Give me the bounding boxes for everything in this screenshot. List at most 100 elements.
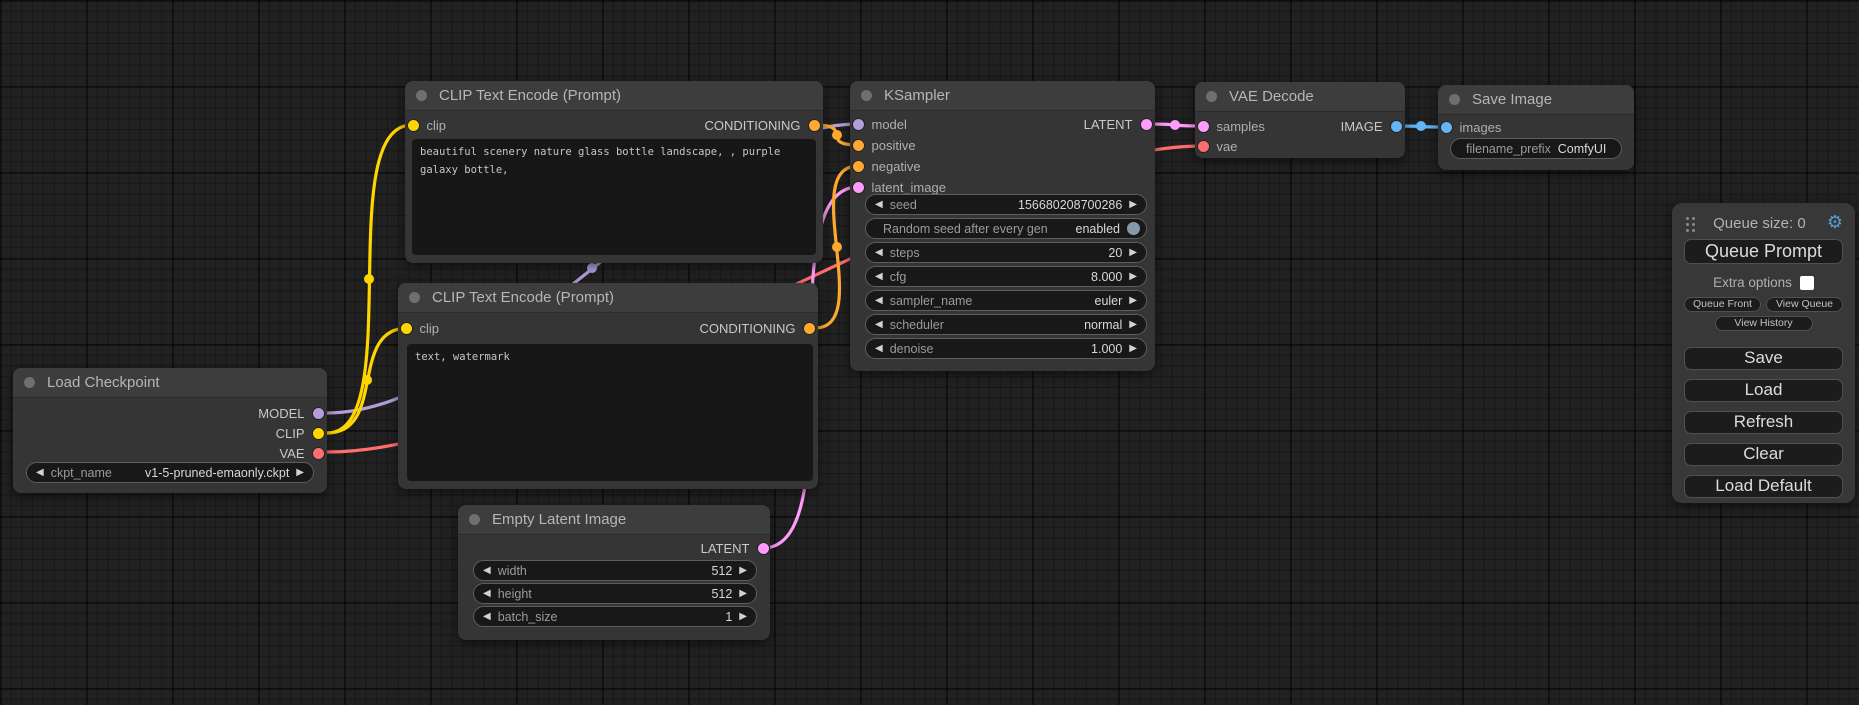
node-ksampler[interactable]: KSampler model positive negative latent_…	[850, 81, 1155, 371]
widget-width[interactable]: ◀ width 512 ▶	[473, 560, 757, 581]
decrement-arrow-icon[interactable]: ◀	[875, 248, 883, 258]
node-title-label: Empty Latent Image	[492, 511, 626, 528]
collapse-dot-icon[interactable]	[861, 90, 872, 101]
port-dot-image-output[interactable]	[1391, 121, 1402, 132]
decrement-arrow-icon[interactable]: ◀	[875, 320, 883, 330]
collapse-dot-icon[interactable]	[24, 377, 35, 388]
queue-prompt-button[interactable]: Queue Prompt	[1684, 239, 1843, 264]
increment-arrow-icon[interactable]: ▶	[1129, 248, 1137, 258]
widget-denoise[interactable]: ◀ denoise 1.000 ▶	[865, 338, 1147, 359]
increment-arrow-icon[interactable]: ▶	[1129, 344, 1137, 354]
node-title-label: CLIP Text Encode (Prompt)	[439, 87, 621, 104]
port-dot-positive-input[interactable]	[853, 140, 864, 151]
widget-random-seed-toggle[interactable]: Random seed after every gen enabled	[865, 218, 1147, 239]
port-dot-latent-image-input[interactable]	[853, 182, 864, 193]
port-dot-clip-output[interactable]	[313, 428, 324, 439]
decrement-arrow-icon[interactable]: ◀	[875, 272, 883, 282]
port-dot-samples-input[interactable]	[1198, 121, 1209, 132]
widget-height[interactable]: ◀ height 512 ▶	[473, 583, 757, 604]
collapse-dot-icon[interactable]	[416, 90, 427, 101]
widget-filename-prefix[interactable]: filename_prefix ComfyUI	[1450, 138, 1622, 159]
decrement-arrow-icon[interactable]: ◀	[875, 200, 883, 210]
settings-gear-icon[interactable]: ⚙	[1827, 214, 1843, 232]
node-clip-text-encode-negative[interactable]: CLIP Text Encode (Prompt) clip CONDITION…	[398, 283, 818, 489]
port-dot-model-input[interactable]	[853, 119, 864, 130]
node-title-bar[interactable]: Save Image	[1438, 85, 1634, 115]
node-title-bar[interactable]: VAE Decode	[1195, 82, 1405, 112]
save-button[interactable]: Save	[1684, 347, 1843, 370]
node-vae-decode[interactable]: VAE Decode samples vae IMAGE	[1195, 82, 1405, 158]
port-dot-latent-output[interactable]	[758, 543, 769, 554]
increment-arrow-icon[interactable]: ▶	[1129, 272, 1137, 282]
increment-arrow-icon[interactable]: ▶	[739, 612, 747, 622]
widget-batch-size[interactable]: ◀ batch_size 1 ▶	[473, 606, 757, 627]
port-dot-negative-input[interactable]	[853, 161, 864, 172]
node-save-image[interactable]: Save Image images filename_prefix ComfyU…	[1438, 85, 1634, 170]
collapse-dot-icon[interactable]	[409, 292, 420, 303]
node-title-label: VAE Decode	[1229, 88, 1314, 105]
node-title-bar[interactable]: CLIP Text Encode (Prompt)	[405, 81, 823, 111]
view-queue-button[interactable]: View Queue	[1766, 297, 1843, 312]
node-title-bar[interactable]: KSampler	[850, 81, 1155, 111]
widget-seed[interactable]: ◀ seed 156680208700286 ▶	[865, 194, 1147, 215]
decrement-arrow-icon[interactable]: ◀	[36, 468, 44, 478]
decrement-arrow-icon[interactable]: ◀	[875, 344, 883, 354]
widget-sampler-name[interactable]: ◀ sampler_name euler ▶	[865, 290, 1147, 311]
widget-name: steps	[890, 246, 920, 260]
prompt-textarea[interactable]: beautiful scenery nature glass bottle la…	[412, 139, 816, 255]
node-clip-text-encode-positive[interactable]: CLIP Text Encode (Prompt) clip CONDITION…	[405, 81, 823, 263]
port-dot-model-output[interactable]	[313, 408, 324, 419]
link-dot	[832, 242, 842, 252]
collapse-dot-icon[interactable]	[1206, 91, 1217, 102]
decrement-arrow-icon[interactable]: ◀	[483, 589, 491, 599]
widget-steps[interactable]: ◀ steps 20 ▶	[865, 242, 1147, 263]
load-default-button[interactable]: Load Default	[1684, 475, 1843, 498]
decrement-arrow-icon[interactable]: ◀	[483, 566, 491, 576]
node-load-checkpoint[interactable]: Load Checkpoint MODEL CLIP VAE ◀ ckpt_na…	[13, 368, 327, 493]
increment-arrow-icon[interactable]: ▶	[1129, 320, 1137, 330]
collapse-dot-icon[interactable]	[469, 514, 480, 525]
widget-scheduler[interactable]: ◀ scheduler normal ▶	[865, 314, 1147, 335]
queue-menu-panel: Queue size: 0 ⚙ Queue Prompt Extra optio…	[1672, 203, 1855, 503]
widget-value: 512	[711, 587, 732, 601]
refresh-button[interactable]: Refresh	[1684, 411, 1843, 434]
port-label: CLIP	[276, 426, 305, 441]
decrement-arrow-icon[interactable]: ◀	[875, 296, 883, 306]
widget-cfg[interactable]: ◀ cfg 8.000 ▶	[865, 266, 1147, 287]
clear-button[interactable]: Clear	[1684, 443, 1843, 466]
view-history-button[interactable]: View History	[1715, 316, 1813, 331]
decrement-arrow-icon[interactable]: ◀	[483, 612, 491, 622]
toggle-on-icon[interactable]	[1127, 222, 1140, 235]
load-button[interactable]: Load	[1684, 379, 1843, 402]
increment-arrow-icon[interactable]: ▶	[739, 566, 747, 576]
increment-arrow-icon[interactable]: ▶	[1129, 200, 1137, 210]
node-title-bar[interactable]: CLIP Text Encode (Prompt)	[398, 283, 818, 313]
port-dot-conditioning-output[interactable]	[809, 120, 820, 131]
drag-handle-icon[interactable]	[1686, 217, 1689, 220]
port-dot-clip-input[interactable]	[401, 323, 412, 334]
port-dot-conditioning-output[interactable]	[804, 323, 815, 334]
node-graph-canvas[interactable]: Load Checkpoint MODEL CLIP VAE ◀ ckpt_na…	[0, 0, 1859, 705]
port-dot-images-input[interactable]	[1441, 122, 1452, 133]
widget-ckpt-name[interactable]: ◀ ckpt_name v1-5-pruned-emaonly.ckpt ▶	[26, 462, 314, 483]
increment-arrow-icon[interactable]: ▶	[296, 468, 304, 478]
widget-name: width	[498, 564, 527, 578]
node-empty-latent-image[interactable]: Empty Latent Image LATENT ◀ width 512 ▶ …	[458, 505, 770, 640]
port-label: MODEL	[258, 406, 304, 421]
port-dot-vae-input[interactable]	[1198, 141, 1209, 152]
port-dot-vae-output[interactable]	[313, 448, 324, 459]
queue-front-button[interactable]: Queue Front	[1684, 297, 1761, 312]
extra-options-checkbox[interactable]	[1800, 276, 1814, 290]
node-title-bar[interactable]: Empty Latent Image	[458, 505, 770, 535]
collapse-dot-icon[interactable]	[1449, 94, 1460, 105]
prompt-textarea[interactable]: text, watermark	[407, 344, 813, 481]
port-label: VAE	[279, 446, 304, 461]
increment-arrow-icon[interactable]: ▶	[1129, 296, 1137, 306]
extra-options-label: Extra options	[1713, 275, 1792, 290]
port-dot-latent-output[interactable]	[1141, 119, 1152, 130]
increment-arrow-icon[interactable]: ▶	[739, 589, 747, 599]
node-title-bar[interactable]: Load Checkpoint	[13, 368, 327, 398]
port-dot-clip-input[interactable]	[408, 120, 419, 131]
widget-value: 1	[725, 610, 732, 624]
node-title-label: Save Image	[1472, 91, 1552, 108]
